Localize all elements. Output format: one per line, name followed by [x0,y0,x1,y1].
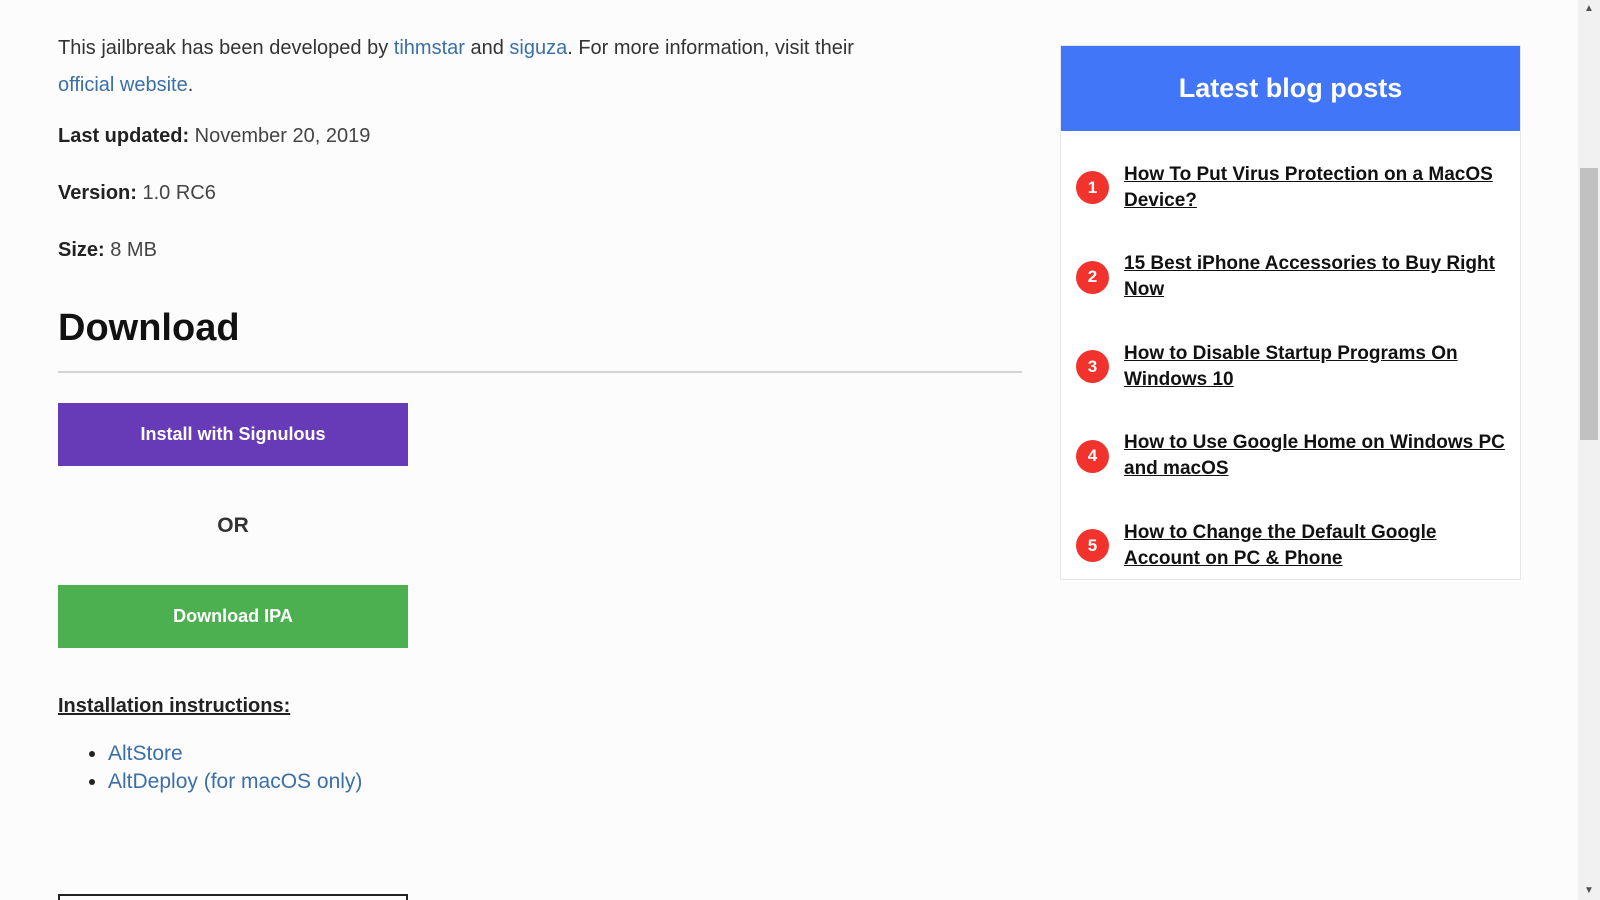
scroll-up-arrow-icon[interactable]: ▲ [1578,0,1600,18]
altdeploy-link[interactable]: AltDeploy (for macOS only) [108,770,362,793]
vertical-scrollbar[interactable]: ▲ ▼ [1578,0,1600,900]
last-updated-value: November 20, 2019 [189,125,371,147]
post-title-link[interactable]: How To Put Virus Protection on a MacOS D… [1124,162,1505,214]
post-item-1[interactable]: 1 How To Put Virus Protection on a MacOS… [1076,143,1505,233]
post-title-link[interactable]: How to Change the Default Google Account… [1124,520,1505,572]
version-row: Version: 1.0 RC6 [58,181,1023,238]
widget-title: Latest blog posts [1061,46,1520,131]
altstore-link[interactable]: AltStore [108,742,183,765]
post-number-badge: 1 [1076,171,1109,205]
intro-text: This jailbreak has been developed by [58,37,394,59]
post-number-badge: 2 [1076,260,1109,294]
size-label: Size: [58,239,105,261]
size-value: 8 MB [104,239,157,261]
list-item: AltDeploy (for macOS only) [108,768,362,796]
post-title-link[interactable]: How to Use Google Home on Windows PC and… [1124,430,1505,482]
post-number-badge: 5 [1076,529,1109,563]
post-item-2[interactable]: 2 15 Best iPhone Accessories to Buy Righ… [1076,233,1505,323]
author-link-siguza[interactable]: siguza [509,37,567,59]
intro-period: . [187,74,194,96]
download-ipa-button[interactable]: Download IPA [58,585,408,648]
post-item-4[interactable]: 4 How to Use Google Home on Windows PC a… [1076,412,1505,502]
post-title-link[interactable]: How to Disable Startup Programs On Windo… [1124,341,1505,393]
last-updated-label: Last updated: [58,125,190,147]
size-row: Size: 8 MB [58,238,1023,295]
post-item-5[interactable]: 5 How to Change the Default Google Accou… [1076,501,1505,591]
post-number-badge: 4 [1076,439,1109,473]
version-label: Version: [58,182,137,204]
outlined-button-partial[interactable] [58,894,408,900]
post-title-link[interactable]: 15 Best iPhone Accessories to Buy Right … [1124,251,1505,303]
or-separator: OR [217,514,249,537]
main-content: This jailbreak has been developed by tih… [58,30,1023,900]
post-list: 1 How To Put Virus Protection on a MacOS… [1061,131,1520,591]
author-link-tihmstar[interactable]: tihmstar [394,37,465,59]
scroll-down-arrow-icon[interactable]: ▼ [1578,882,1600,900]
official-website-link[interactable]: official website [58,74,188,96]
list-item: AltStore [108,740,362,768]
post-item-3[interactable]: 3 How to Disable Startup Programs On Win… [1076,322,1505,412]
installation-instructions-heading: Installation instructions: [58,695,291,717]
meta-info: Last updated: November 20, 2019 Version:… [58,124,1023,295]
page: This jailbreak has been developed by tih… [0,0,1600,900]
intro-text-after: . For more information, visit their [567,37,854,59]
instructions-list: AltStore AltDeploy (for macOS only) [108,740,362,796]
last-updated-row: Last updated: November 20, 2019 [58,124,1023,181]
scroll-thumb[interactable] [1580,168,1598,440]
version-value: 1.0 RC6 [136,182,216,204]
download-heading: Download [58,307,240,349]
divider [58,371,1022,373]
install-signulous-button[interactable]: Install with Signulous [58,403,408,466]
intro-paragraph: This jailbreak has been developed by tih… [58,30,1023,104]
post-number-badge: 3 [1076,350,1109,384]
intro-and: and [464,37,510,59]
latest-posts-widget: Latest blog posts 1 How To Put Virus Pro… [1060,45,1521,580]
